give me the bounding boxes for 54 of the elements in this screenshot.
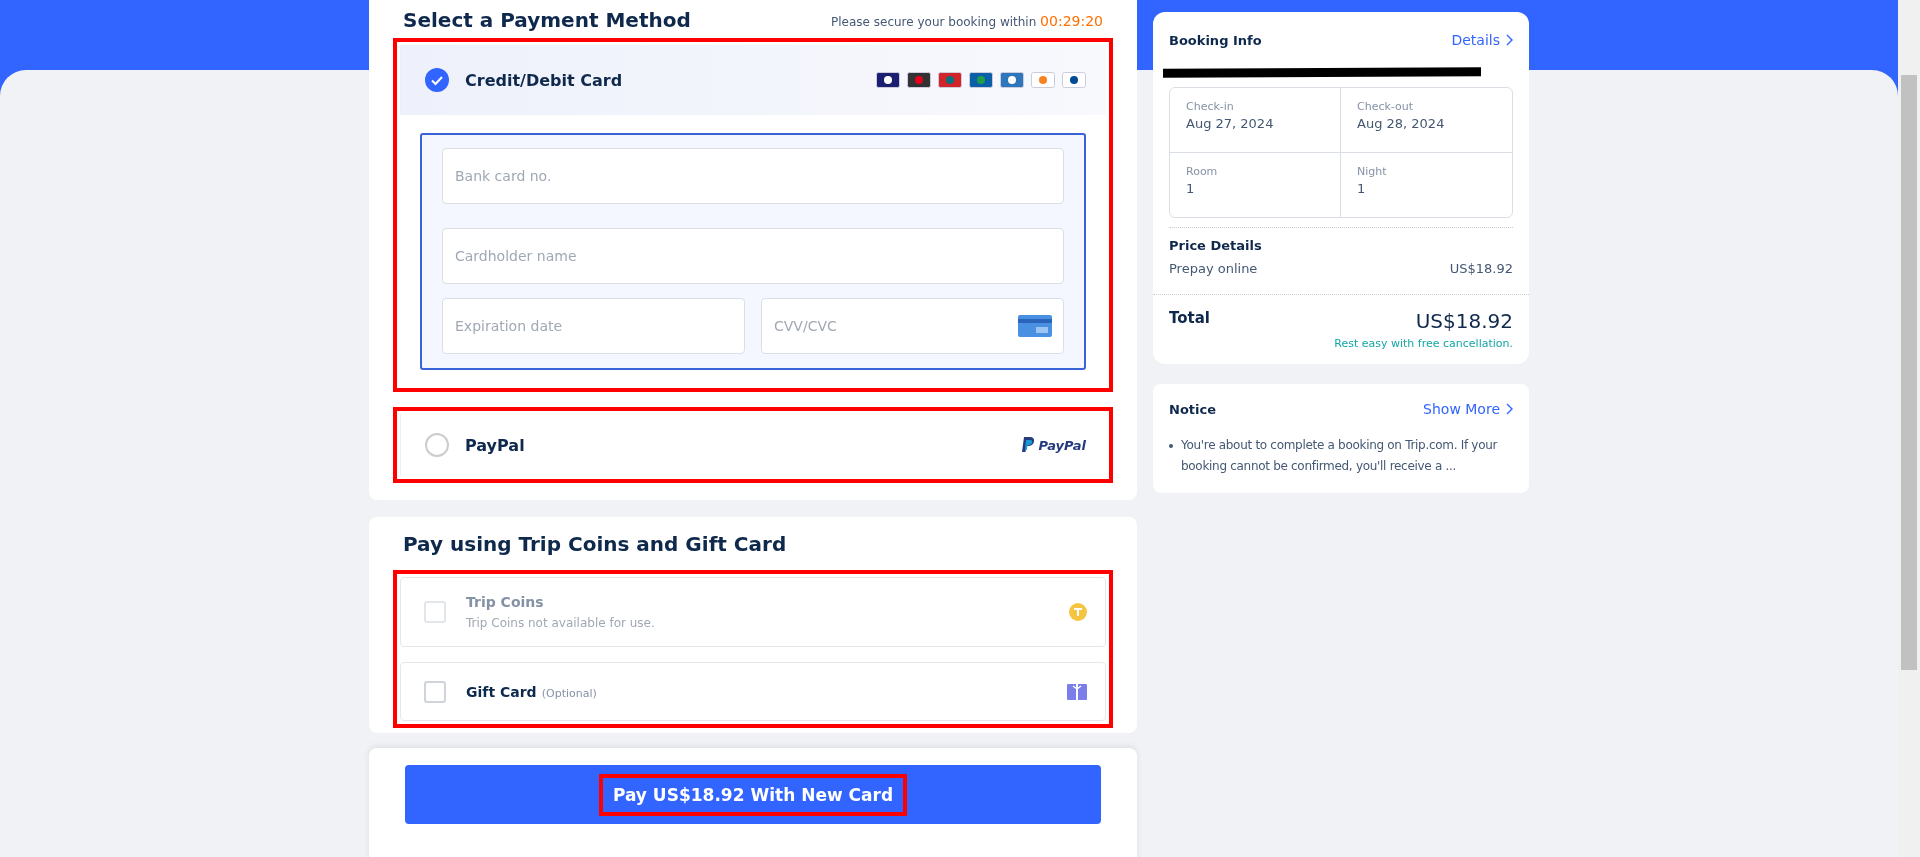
- card-back-icon: [1018, 315, 1052, 337]
- chevron-right-icon: [1506, 403, 1513, 415]
- gift-card-icon: [1067, 683, 1087, 700]
- total-label: Total: [1169, 309, 1210, 327]
- input-field[interactable]: Expiration date: [442, 298, 745, 354]
- input-field[interactable]: Cardholder name: [442, 228, 1064, 284]
- card-brand-icon: [1062, 72, 1086, 88]
- notice-text: You're about to complete a booking on Trip.com. If your booking cannot be confirmed, you'll receive a ...: [1181, 437, 1499, 475]
- highlight-frame: Pay US$18.92 With New Card: [598, 773, 908, 816]
- total-amount: US$18.92: [1415, 309, 1513, 333]
- radio-button[interactable]: [425, 433, 449, 457]
- price-label: Prepay online: [1169, 261, 1258, 276]
- card-brand-icon: [938, 72, 962, 88]
- card-brand-icon: [969, 72, 993, 88]
- chevron-right-icon: [1506, 34, 1513, 46]
- option-label: Trip Coins: [466, 594, 545, 610]
- section-title: Pay using Trip Coins and Gift Card: [403, 531, 788, 557]
- info-value: 1: [1186, 181, 1196, 196]
- info-value: Aug 28, 2024: [1357, 116, 1446, 131]
- pay-button[interactable]: Pay US$18.92 With New Card: [405, 765, 1101, 824]
- info-label: Check-in: [1186, 100, 1235, 113]
- option-label: Gift Card: [466, 684, 537, 700]
- paypal-logo-text: PayPal: [1038, 437, 1086, 453]
- card-brand-icon: [876, 72, 900, 88]
- bullet-icon: [1169, 444, 1173, 448]
- option-note: Trip Coins not available for use.: [466, 616, 655, 630]
- radio-checked-icon[interactable]: [425, 68, 449, 92]
- card-brand-icon: [1031, 72, 1055, 88]
- payment-option[interactable]: Gift Card (Optional): [400, 662, 1106, 721]
- panel-title: Booking Info: [1169, 32, 1262, 48]
- panel-title: Notice: [1169, 401, 1216, 417]
- section-title: Select a Payment Method: [403, 8, 691, 32]
- cancellation-note: Rest easy with free cancellation.: [1333, 337, 1513, 350]
- payment-option[interactable]: PayPal PayPal: [400, 414, 1106, 476]
- info-label: Room: [1186, 165, 1219, 178]
- info-value: Aug 27, 2024: [1186, 116, 1275, 131]
- payment-option[interactable]: Credit/Debit Card: [400, 45, 1106, 115]
- details-link[interactable]: Details: [1451, 32, 1513, 48]
- card-brand-icon: [907, 72, 931, 88]
- scrollbar[interactable]: [1898, 0, 1920, 857]
- info-label: Check-out: [1357, 100, 1415, 113]
- paypal-logo-icon: [1020, 437, 1035, 453]
- input-field[interactable]: CVV/CVC: [761, 298, 1064, 354]
- booking-timer: Please secure your booking within 00:29:20: [831, 13, 1103, 29]
- info-label: Night: [1357, 165, 1388, 178]
- info-value: 1: [1357, 181, 1367, 196]
- show-more-link[interactable]: Show More: [1423, 401, 1513, 417]
- input-field[interactable]: Bank card no.: [442, 148, 1064, 204]
- optional-hint: (Optional): [541, 687, 597, 700]
- section-title: Price Details: [1169, 238, 1263, 253]
- coin-icon: [1069, 603, 1087, 621]
- card-brand-icon: [1000, 72, 1024, 88]
- checkbox[interactable]: [424, 680, 446, 703]
- price-value: US$18.92: [1449, 261, 1513, 276]
